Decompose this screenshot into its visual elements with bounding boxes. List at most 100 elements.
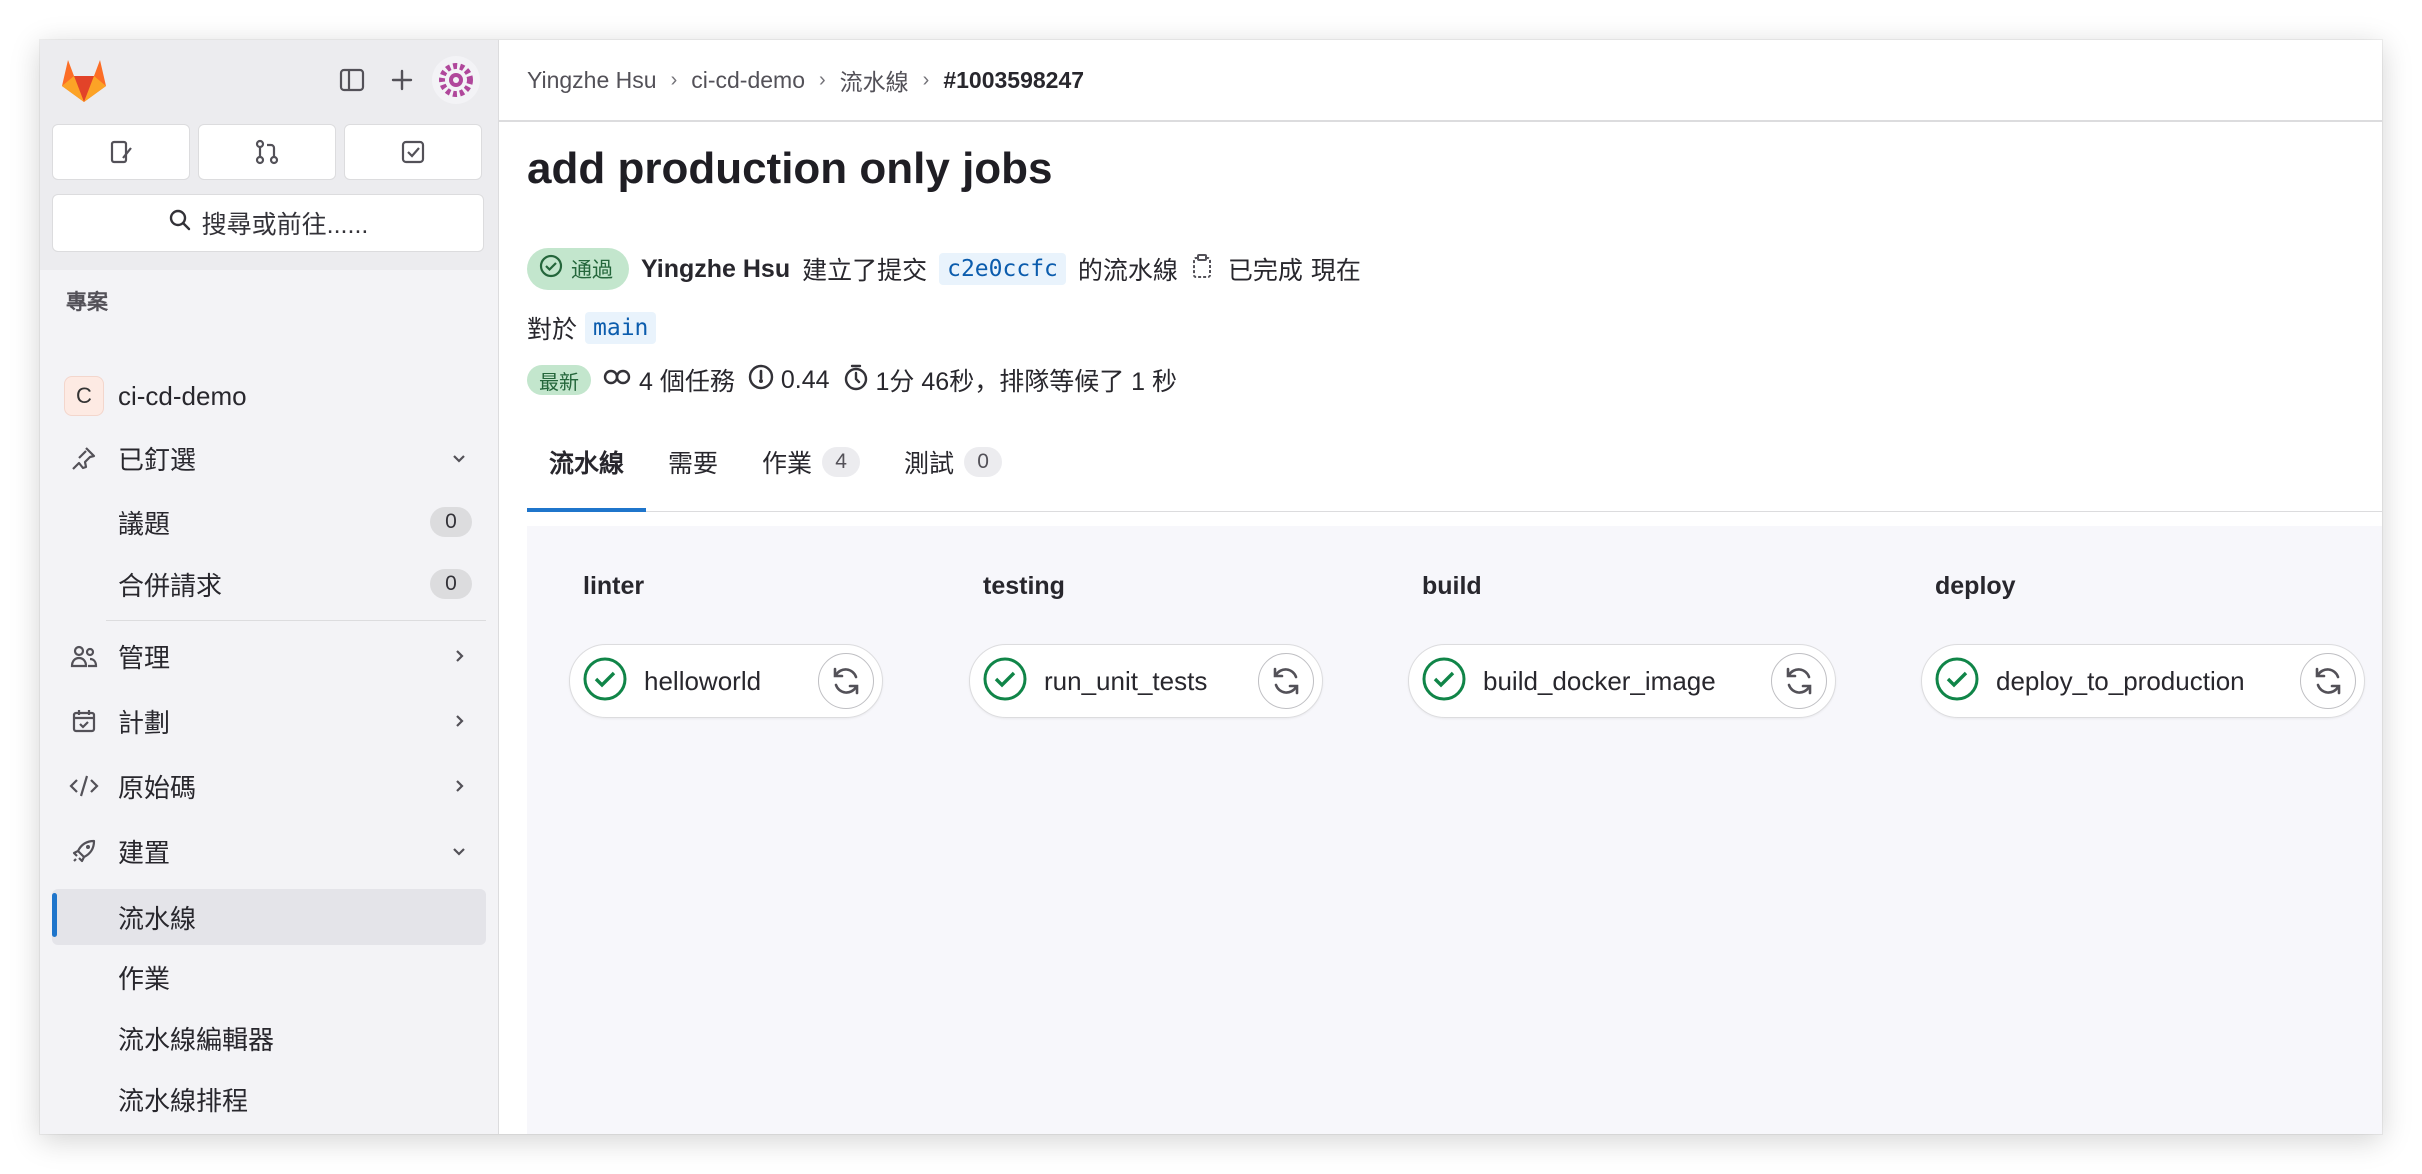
- retry-icon: [1273, 667, 1299, 695]
- sidebar-item-label: 計劃: [118, 707, 171, 738]
- job-card[interactable]: build_docker_image: [1408, 644, 1836, 718]
- search-icon: [168, 208, 192, 239]
- jobs-count: 4 個任務: [603, 362, 735, 398]
- section-label-project: 專案: [66, 291, 108, 314]
- sidebar-toggle-icon[interactable]: [332, 60, 372, 100]
- todo-quick-button[interactable]: [344, 124, 482, 180]
- divider: [106, 620, 486, 621]
- issues-quick-button[interactable]: [52, 124, 190, 180]
- stage-title: deploy: [1935, 572, 2016, 600]
- chevron-right-icon: [444, 712, 474, 730]
- tab-tests[interactable]: 測試 0: [882, 412, 1024, 511]
- tab-needs[interactable]: 需要: [646, 412, 740, 511]
- retry-icon: [1786, 667, 1812, 695]
- jobs-count-label: 4 個任務: [639, 368, 735, 396]
- sidebar-item-plan[interactable]: 計劃: [52, 695, 486, 747]
- sidebar-item-label: 管理: [118, 642, 171, 673]
- finished-text: 已完成: [1227, 257, 1303, 285]
- tab-pipeline[interactable]: 流水線: [527, 412, 647, 512]
- copy-icon[interactable]: [1190, 252, 1216, 287]
- author-link[interactable]: Yingzhe Hsu: [641, 255, 790, 284]
- tab-label: 作業: [762, 449, 813, 478]
- tab-label: 測試: [904, 449, 955, 478]
- sidebar-item-issues[interactable]: 議題 0: [52, 496, 486, 548]
- avatar[interactable]: [432, 56, 480, 104]
- sidebar-item-pipeline-schedules[interactable]: 流水線排程: [52, 1073, 486, 1125]
- merge-requests-quick-button[interactable]: [198, 124, 336, 180]
- pipeline-graph: linter helloworld testing run_unit_tests: [527, 526, 2382, 1134]
- chevron-down-icon: [444, 449, 474, 467]
- sidebar-item-jobs[interactable]: 作業: [52, 951, 486, 1003]
- sidebar-item-merge-requests[interactable]: 合併請求 0: [52, 558, 486, 610]
- breadcrumb-current[interactable]: #1003598247: [943, 67, 1084, 94]
- project-link[interactable]: C ci-cd-demo: [52, 370, 486, 422]
- sidebar-item-label: 原始碼: [118, 772, 197, 803]
- sidebar-item-manage[interactable]: 管理: [52, 630, 486, 682]
- sidebar: 搜尋或前往...... 專案 C ci-cd-demo 已釘選 議題 0 合併請…: [40, 40, 499, 1134]
- job-name: helloworld: [644, 665, 762, 696]
- chevron-right-icon: [444, 777, 474, 795]
- success-icon: [582, 656, 628, 707]
- sidebar-item-pipelines[interactable]: 流水線: [52, 889, 486, 945]
- chevron-right-icon: [444, 647, 474, 665]
- gitlab-logo-icon[interactable]: [58, 56, 110, 104]
- compute-minutes: 0.44: [747, 363, 830, 398]
- success-icon: [1421, 656, 1467, 707]
- retry-button[interactable]: [818, 653, 874, 709]
- compute-value: 0.44: [780, 365, 830, 394]
- sidebar-item-build[interactable]: 建置: [52, 825, 486, 877]
- breadcrumb: Yingzhe Hsu › ci-cd-demo › 流水線 › #100359…: [499, 40, 2382, 122]
- app-window: 搜尋或前往...... 專案 C ci-cd-demo 已釘選 議題 0 合併請…: [40, 40, 2382, 1134]
- duration: 1分 46秒，排隊等候了 1 秒: [842, 362, 1177, 398]
- sidebar-item-label: 流水線: [118, 903, 197, 934]
- branch-link[interactable]: main: [585, 312, 657, 344]
- commit-sha-link[interactable]: c2e0ccfc: [939, 253, 1066, 285]
- sidebar-item-pipeline-editor[interactable]: 流水線編輯器: [52, 1012, 486, 1064]
- timer-icon: [842, 363, 870, 398]
- breadcrumb-item[interactable]: 流水線: [840, 63, 909, 97]
- chevron-right-icon: ›: [819, 68, 826, 91]
- tab-jobs[interactable]: 作業 4: [740, 412, 882, 511]
- sidebar-item-label: 流水線編輯器: [118, 1024, 275, 1055]
- pipeline-icon: [603, 365, 633, 396]
- sidebar-item-label: 作業: [118, 963, 171, 994]
- breadcrumb-item[interactable]: ci-cd-demo: [691, 67, 805, 94]
- stage-title: build: [1422, 572, 1482, 600]
- retry-icon: [2315, 667, 2341, 695]
- project-name: ci-cd-demo: [118, 380, 247, 411]
- retry-button[interactable]: [1258, 653, 1314, 709]
- status-label: 通過: [571, 259, 613, 282]
- tab-label: 需要: [668, 449, 719, 478]
- search-button[interactable]: 搜尋或前往......: [52, 194, 484, 252]
- tab-count: 0: [964, 446, 1003, 477]
- active-indicator: [52, 893, 57, 937]
- project-avatar: C: [64, 376, 104, 416]
- plus-icon[interactable]: [382, 60, 422, 100]
- sidebar-item-label: 建置: [118, 837, 171, 868]
- rocket-icon: [64, 837, 104, 865]
- success-icon: [1934, 656, 1980, 707]
- job-card[interactable]: run_unit_tests: [969, 644, 1323, 718]
- pipeline-tabs: 流水線 需要 作業 4 測試 0: [527, 412, 2382, 512]
- sidebar-item-label: 流水線排程: [118, 1085, 249, 1116]
- sidebar-item-pinned[interactable]: 已釘選: [52, 432, 486, 484]
- job-card[interactable]: deploy_to_production: [1921, 644, 2365, 718]
- calendar-icon: [64, 708, 104, 734]
- job-card[interactable]: helloworld: [569, 644, 883, 718]
- search-label: 搜尋或前往......: [201, 211, 369, 239]
- retry-button[interactable]: [1771, 653, 1827, 709]
- users-icon: [64, 643, 104, 669]
- tab-count: 4: [822, 446, 861, 477]
- main-content: Yingzhe Hsu › ci-cd-demo › 流水線 › #100359…: [499, 40, 2382, 1134]
- created-text: 建立了提交: [802, 257, 928, 285]
- sidebar-item-code[interactable]: 原始碼: [52, 760, 486, 812]
- status-badge[interactable]: 通過: [527, 248, 629, 290]
- pin-icon: [64, 445, 104, 471]
- retry-button[interactable]: [2300, 653, 2356, 709]
- for-label: 對於: [527, 316, 578, 344]
- success-icon: [982, 656, 1028, 707]
- gauge-icon: [747, 363, 775, 398]
- retry-icon: [833, 667, 859, 695]
- page-title: add production only jobs: [527, 144, 1053, 193]
- breadcrumb-item[interactable]: Yingzhe Hsu: [527, 67, 657, 94]
